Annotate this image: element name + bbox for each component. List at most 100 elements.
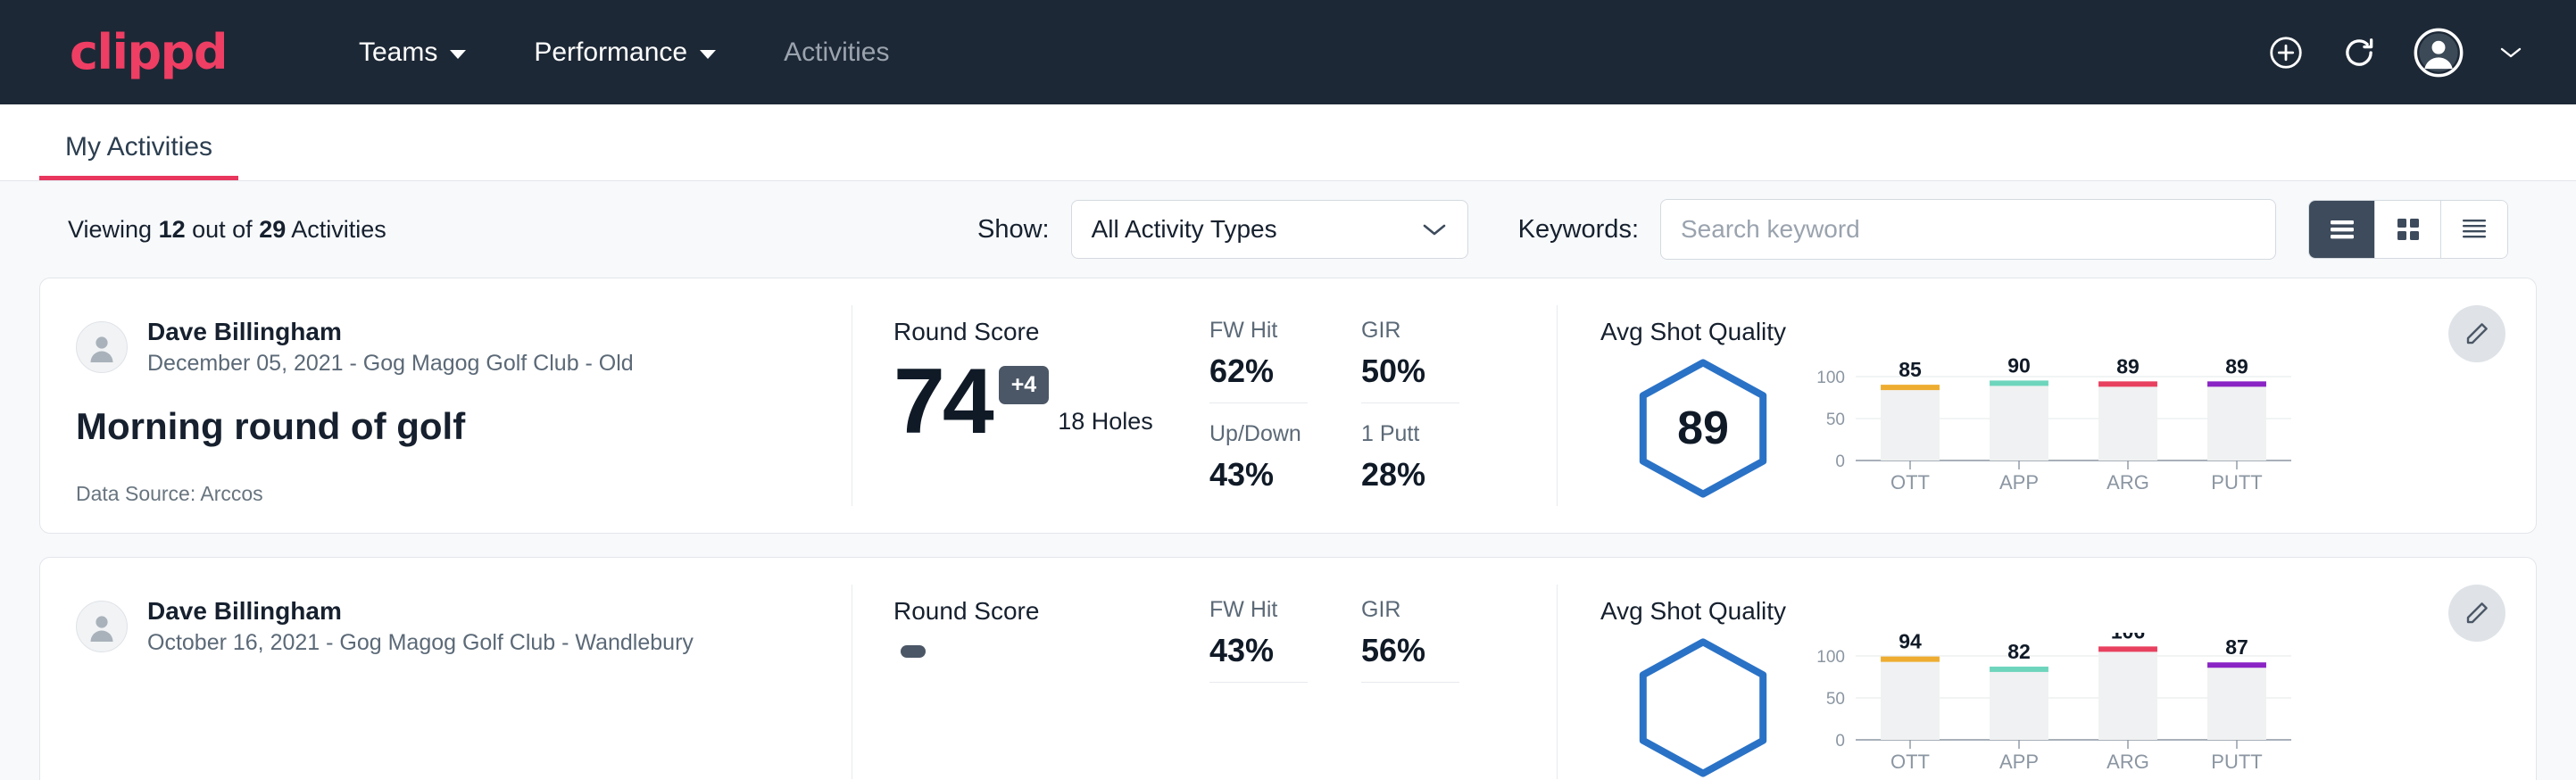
svg-text:0: 0 xyxy=(1835,452,1845,471)
svg-text:100: 100 xyxy=(1816,648,1845,667)
viewing-total: 29 xyxy=(259,216,286,243)
avg-shot-quality-value: 89 xyxy=(1632,357,1774,500)
nav-item-performance[interactable]: Performance xyxy=(500,37,750,68)
activity-type-select[interactable]: All Activity Types xyxy=(1071,200,1468,259)
shot-quality-chart-svg: 05010085OTT90APP89ARG89PUTT xyxy=(1806,353,2306,496)
avatar[interactable] xyxy=(2414,28,2464,78)
avg-shot-quality-label: Avg Shot Quality xyxy=(1600,597,2536,626)
nav-item-performance-label: Performance xyxy=(534,37,687,68)
list-view-icon xyxy=(2327,218,2357,241)
avg-shot-quality-hexagon: 89 xyxy=(1632,357,1774,500)
round-score-label: Round Score xyxy=(893,597,1209,626)
svg-text:APP: APP xyxy=(1999,751,2039,773)
search-input[interactable] xyxy=(1660,199,2276,260)
chevron-down-icon xyxy=(1421,221,1448,237)
svg-text:PUTT: PUTT xyxy=(2211,471,2262,494)
grid-view-icon xyxy=(2395,216,2422,243)
avg-shot-quality-section: Avg Shot Quality 89 05010085OTT90APP89AR… xyxy=(1558,305,2536,506)
view-mode-grid-button[interactable] xyxy=(2375,201,2441,258)
stat-up-down xyxy=(1209,701,1308,722)
page-tabbar: My Activities xyxy=(0,104,2576,181)
activity-meta: December 05, 2021 - Gog Magog Golf Club … xyxy=(147,351,634,377)
stat-up-down-label: Up/Down xyxy=(1209,421,1308,447)
add-circle-icon[interactable] xyxy=(2267,34,2305,71)
nav-item-activities[interactable]: Activities xyxy=(750,37,923,68)
filter-controls: Show: All Activity Types Keywords: xyxy=(977,199,2508,260)
score-delta-badge: +4 xyxy=(999,366,1050,404)
viewing-count: 12 xyxy=(159,216,186,243)
top-navbar: clippd Teams Performance Activities xyxy=(0,0,2576,104)
round-score-label: Round Score xyxy=(893,318,1209,346)
stat-gir: GIR 56% xyxy=(1361,597,1459,683)
player-name: Dave Billingham xyxy=(147,318,634,346)
filter-toolbar: Viewing 12 out of 29 Activities Show: Al… xyxy=(39,181,2537,278)
svg-text:85: 85 xyxy=(1899,358,1922,381)
stat-up-down-value: 43% xyxy=(1209,456,1308,494)
stat-gir: GIR 50% xyxy=(1361,318,1459,403)
svg-text:PUTT: PUTT xyxy=(2211,751,2262,773)
main-content: Viewing 12 out of 29 Activities Show: Al… xyxy=(0,181,2576,780)
round-score-section: Round Score xyxy=(852,585,1209,779)
stat-up-down: Up/Down 43% xyxy=(1209,421,1308,506)
stat-gir-label: GIR xyxy=(1361,318,1459,344)
view-mode-toggle-group xyxy=(2308,200,2508,259)
avg-shot-quality-label: Avg Shot Quality xyxy=(1600,318,2536,346)
stat-one-putt-value: 28% xyxy=(1361,456,1459,494)
activity-meta: October 16, 2021 - Gog Magog Golf Club -… xyxy=(147,630,694,656)
stat-fw-hit: FW Hit 43% xyxy=(1209,597,1308,683)
svg-text:50: 50 xyxy=(1826,690,1845,709)
svg-text:ARG: ARG xyxy=(2107,471,2149,494)
avatar xyxy=(76,601,128,652)
chevron-down-icon xyxy=(700,50,716,59)
data-source-label: Data Source: Arccos xyxy=(76,482,816,506)
shot-quality-bar-chart: 05010085OTT90APP89ARG89PUTT xyxy=(1806,350,2323,496)
clippd-logo[interactable]: clippd xyxy=(70,29,227,77)
view-mode-compact-button[interactable] xyxy=(2441,201,2507,258)
nav-item-activities-label: Activities xyxy=(784,37,889,68)
edit-activity-button[interactable] xyxy=(2448,585,2505,642)
account-chevron-down-icon[interactable] xyxy=(2499,46,2522,60)
activity-author: Dave Billingham December 05, 2021 - Gog … xyxy=(76,318,816,377)
activity-summary: Dave Billingham October 16, 2021 - Gog M… xyxy=(40,585,852,779)
pencil-icon xyxy=(2464,320,2490,347)
svg-text:ARG: ARG xyxy=(2107,751,2149,773)
activity-summary: Dave Billingham December 05, 2021 - Gog … xyxy=(40,305,852,506)
activity-type-select-value: All Activity Types xyxy=(1092,215,1421,244)
score-delta-badge xyxy=(901,645,926,658)
edit-activity-button[interactable] xyxy=(2448,305,2505,362)
view-mode-list-button[interactable] xyxy=(2309,201,2375,258)
nav-item-teams[interactable]: Teams xyxy=(325,37,500,68)
stat-gir-label: GIR xyxy=(1361,597,1459,623)
stat-fw-hit-value: 43% xyxy=(1209,632,1308,669)
activity-stats: FW Hit 43% GIR 56% xyxy=(1209,585,1558,779)
pencil-icon xyxy=(2464,600,2490,626)
svg-text:106: 106 xyxy=(2111,633,2145,643)
refresh-icon[interactable] xyxy=(2340,34,2378,71)
stat-one-putt xyxy=(1361,701,1459,722)
stat-fw-hit-value: 62% xyxy=(1209,353,1308,390)
person-icon xyxy=(85,330,119,364)
svg-text:82: 82 xyxy=(2007,640,2031,663)
viewing-suffix: Activities xyxy=(286,216,386,243)
svg-text:94: 94 xyxy=(1899,633,1922,653)
stat-fw-hit-label: FW Hit xyxy=(1209,318,1308,344)
svg-text:87: 87 xyxy=(2225,635,2248,659)
avatar xyxy=(76,321,128,373)
avg-shot-quality-section: Avg Shot Quality 05010094OTT82APP106ARG8… xyxy=(1558,585,2536,779)
svg-text:50: 50 xyxy=(1826,411,1845,429)
svg-text:OTT: OTT xyxy=(1890,471,1930,494)
navbar-actions xyxy=(2267,28,2522,78)
svg-text:100: 100 xyxy=(1816,369,1845,387)
activity-card[interactable]: Dave Billingham December 05, 2021 - Gog … xyxy=(39,278,2537,534)
round-score-value: 74 xyxy=(893,355,992,448)
tab-my-activities[interactable]: My Activities xyxy=(39,132,238,180)
activity-title: Morning round of golf xyxy=(76,405,816,448)
activity-card[interactable]: Dave Billingham October 16, 2021 - Gog M… xyxy=(39,557,2537,780)
stat-gir-value: 50% xyxy=(1361,353,1459,390)
svg-text:0: 0 xyxy=(1835,732,1845,751)
compact-view-icon xyxy=(2459,217,2489,242)
primary-nav: Teams Performance Activities xyxy=(325,37,923,68)
stat-fw-hit: FW Hit 62% xyxy=(1209,318,1308,403)
svg-text:90: 90 xyxy=(2007,353,2031,377)
avg-shot-quality-hexagon xyxy=(1632,636,1774,779)
